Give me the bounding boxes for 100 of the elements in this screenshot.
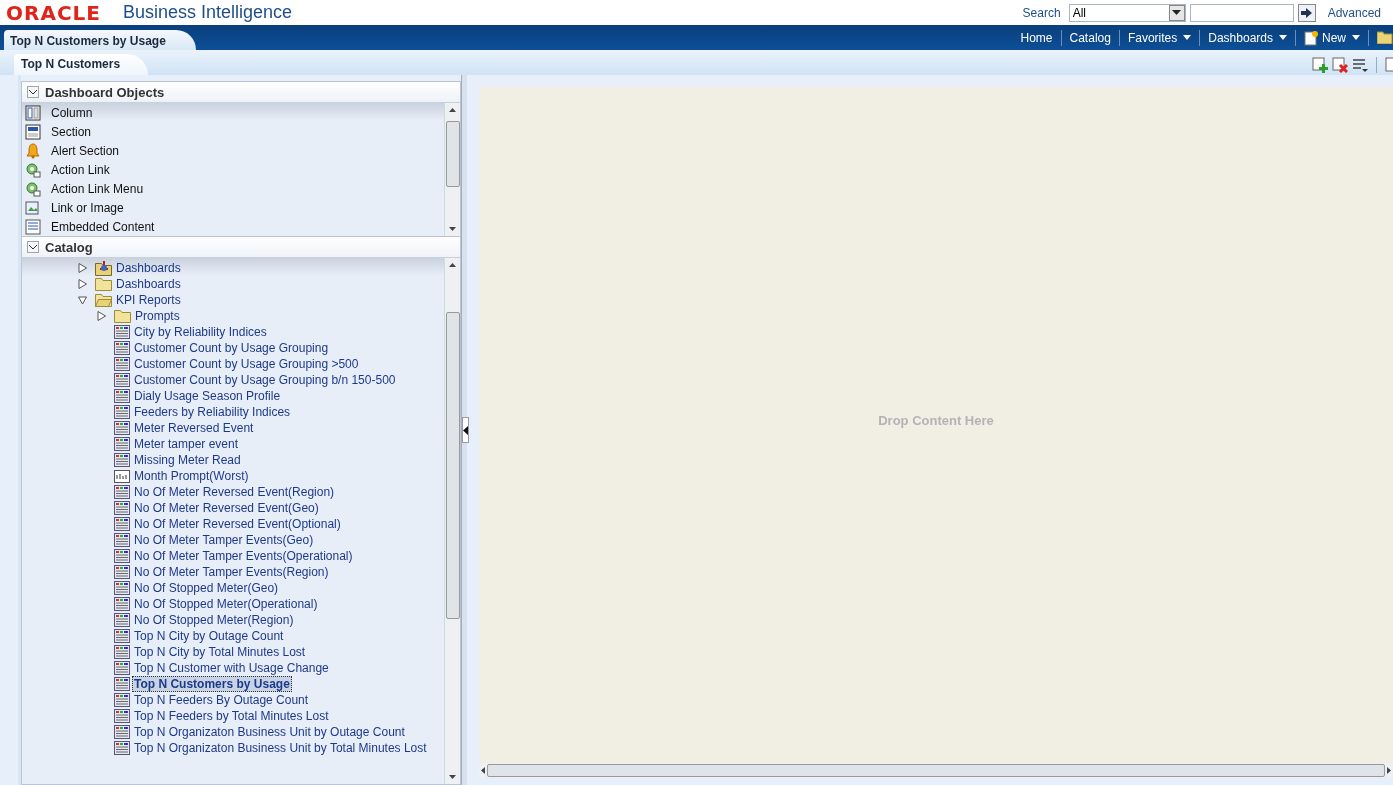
nav-link[interactable]: New [1296,25,1368,50]
report-icon [114,373,130,387]
expanded-arrow-icon[interactable] [78,295,87,305]
catalog-item[interactable]: No Of Meter Reversed Event(Optional) [132,516,343,532]
scroll-left-icon[interactable] [481,767,485,774]
report-icon [114,453,130,467]
catalog-item[interactable]: Top N Customers by Usage [132,676,292,692]
report-icon [114,549,130,563]
collapse-toggle[interactable] [27,241,39,253]
catalog-item[interactable]: No Of Stopped Meter(Region) [132,612,296,628]
catalog-item[interactable]: Meter Reversed Event [132,420,256,436]
section-icon [25,123,41,140]
panel-title: Dashboard Objects [45,84,165,100]
gear-link-icon [25,161,41,178]
search-go-button[interactable] [1297,3,1316,22]
report-icon [114,565,130,579]
new-document-icon [1304,29,1319,46]
report-icon [114,693,130,707]
report-icon [114,661,130,675]
collapse-toggle[interactable] [27,86,39,98]
catalog-item[interactable]: Missing Meter Read [132,452,243,468]
catalog-item[interactable]: Top N City by Total Minutes Lost [132,644,308,660]
nav-link[interactable]: Home [1012,25,1061,50]
catalog-item[interactable]: Feeders by Reliability Indices [132,404,293,420]
collapsed-arrow-icon[interactable] [78,279,87,289]
folder-icon[interactable] [1377,31,1393,44]
collapsed-arrow-icon[interactable] [78,263,87,273]
catalog-item[interactable]: No Of Meter Tamper Events(Operational) [132,548,355,564]
catalog-item[interactable]: Top N Organizaton Business Unit by Outage Count [132,724,407,740]
search-field[interactable] [1189,3,1294,22]
image-link-icon [25,199,41,216]
catalog-item[interactable]: Prompts [133,308,182,324]
scrollbar[interactable] [479,763,1393,778]
catalog-item[interactable]: KPI Reports [114,292,183,308]
scroll-up-icon[interactable] [449,263,456,267]
list-icon[interactable] [1352,58,1368,72]
report-icon [114,725,130,739]
search-label: Search [1022,5,1061,20]
arrow-icon [1301,7,1313,18]
dashboard-object-item[interactable]: Link or Image [51,200,124,215]
catalog-item[interactable]: No Of Stopped Meter(Operational) [132,596,320,612]
add-page-icon[interactable] [1312,57,1328,73]
catalog-item[interactable]: Top N Feeders by Total Minutes Lost [132,708,331,724]
catalog-item[interactable]: Top N Feeders By Outage Count [132,692,311,708]
dashboard-object-item[interactable]: Action Link Menu [51,181,144,196]
catalog-item[interactable]: No Of Stopped Meter(Geo) [132,580,281,596]
scroll-up-icon[interactable] [449,108,456,112]
nav-link[interactable]: Favorites [1119,25,1200,50]
nav-link[interactable]: Dashboards [1200,25,1295,50]
report-icon [114,709,130,723]
catalog-item[interactable]: Top N Organizaton Business Unit by Total Minutes Lost [132,740,429,756]
report-icon [114,629,130,643]
report-icon [114,645,130,659]
report-icon [114,405,130,419]
nav-link[interactable]: Catalog [1061,25,1119,50]
report-icon [114,517,130,531]
scroll-down-icon[interactable] [449,227,456,231]
panel-title: Catalog [45,239,93,255]
catalog-item[interactable]: No Of Meter Reversed Event(Geo) [132,500,321,516]
search-scope-dropdown[interactable]: All [1068,3,1186,22]
folder-icon [95,277,112,291]
catalog-item[interactable]: Meter tamper event [132,436,241,452]
collapsed-arrow-icon[interactable] [97,311,106,321]
gear-link-icon [25,180,41,197]
catalog-item[interactable]: Top N Customer with Usage Change [132,660,331,676]
dashboard-object-item[interactable]: Section [51,124,92,139]
page-tab[interactable]: Top N Customers by Usage [4,30,196,50]
advanced-link[interactable]: Advanced [1327,5,1381,20]
drop-hint: Drop Content Here [878,412,994,428]
scrollbar[interactable] [444,103,460,236]
scrollbar[interactable] [444,258,460,784]
delete-page-icon[interactable] [1332,57,1348,73]
catalog-item[interactable]: No Of Meter Tamper Events(Geo) [132,532,316,548]
report-icon [114,325,130,339]
collapse-handle[interactable] [462,417,469,443]
catalog-item[interactable]: Dashboards [114,276,183,292]
catalog-item[interactable]: Dialy Usage Season Profile [132,388,283,404]
scroll-right-icon[interactable] [1387,767,1391,774]
dashboard-page-tab[interactable]: Top N Customers [14,54,149,75]
dashboard-object-item[interactable]: Action Link [51,162,110,177]
report-icon [114,613,130,627]
report-icon [114,389,130,403]
report-icon [114,421,130,435]
report-icon [114,501,130,515]
catalog-item[interactable]: Customer Count by Usage Grouping >500 [132,356,361,372]
catalog-item[interactable]: Month Prompt(Worst) [132,468,251,484]
catalog-item[interactable]: Top N City by Outage Count [132,628,286,644]
bell-icon [25,142,41,159]
catalog-item[interactable]: Customer Count by Usage Grouping b/n 150-500 [132,372,398,388]
catalog-item[interactable]: Dashboards [114,260,183,276]
chevron-icon [29,244,37,250]
catalog-item[interactable]: No Of Meter Reversed Event(Region) [132,484,337,500]
dashboard-object-item[interactable]: Column [51,105,93,120]
catalog-item[interactable]: City by Reliability Indices [132,324,269,340]
report-icon [114,437,130,451]
dashboard-object-item[interactable]: Alert Section [51,143,120,158]
dashboard-object-item[interactable]: Embedded Content [51,219,155,234]
scroll-down-icon[interactable] [449,775,456,779]
catalog-item[interactable]: No Of Meter Tamper Events(Region) [132,564,331,580]
catalog-item[interactable]: Customer Count by Usage Grouping [132,340,331,356]
